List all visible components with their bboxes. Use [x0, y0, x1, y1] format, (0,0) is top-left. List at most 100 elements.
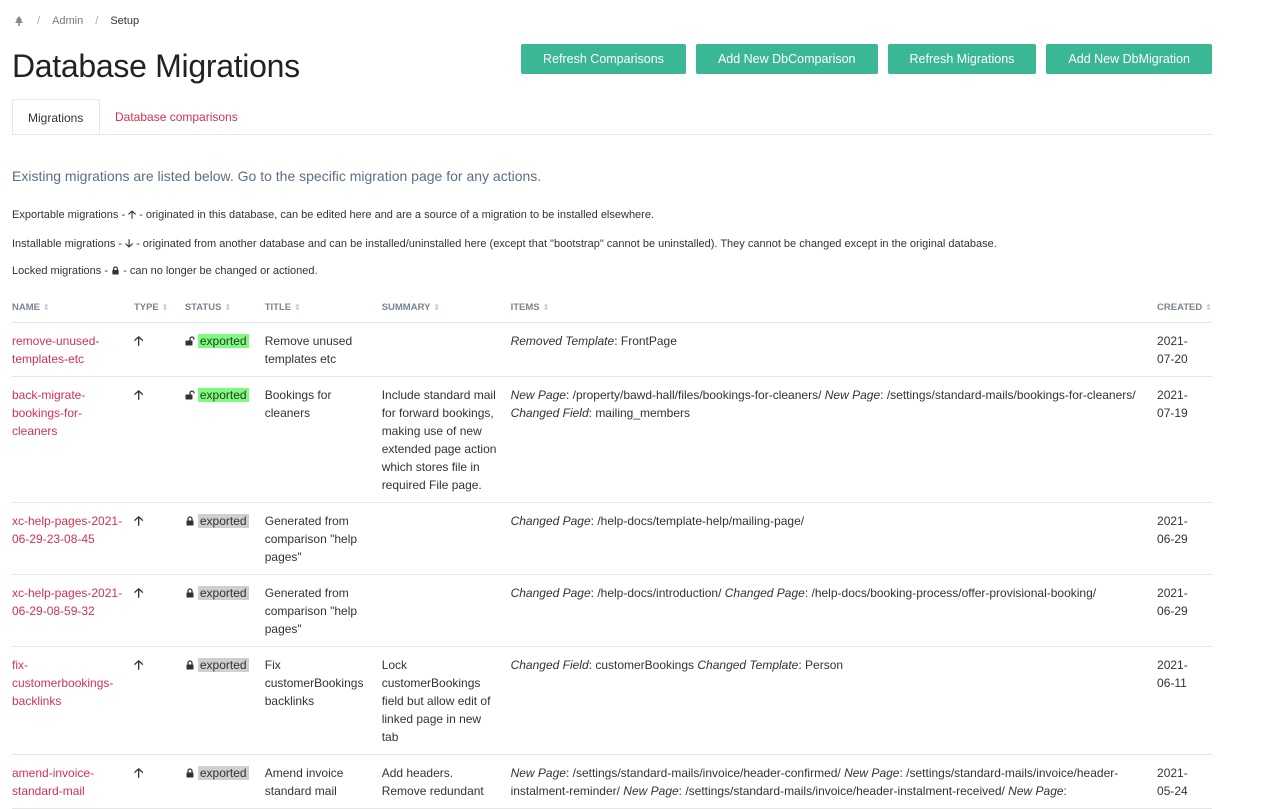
migration-name-link[interactable]: amend-invoice-standard-mail	[12, 766, 94, 798]
migration-items: Removed Template: FrontPage	[510, 322, 1158, 377]
item-value: Person	[805, 658, 844, 672]
refresh-comparisons-button[interactable]: Refresh Comparisons	[521, 44, 686, 74]
breadcrumb-admin[interactable]: Admin	[52, 15, 83, 27]
migration-items: Changed Field: customerBookings Changed …	[510, 646, 1158, 755]
refresh-migrations-button[interactable]: Refresh Migrations	[887, 44, 1037, 74]
installable-note: Installable migrations - 🡣 - originated …	[12, 235, 997, 254]
migration-title: Generated from comparison "help pages"	[264, 502, 382, 575]
column-header-summary[interactable]: SUMMARY ⇕	[381, 294, 511, 323]
table-row[interactable]: fix-customerbookings-backlinks 🡡 exported F…	[12, 646, 1212, 755]
item-label: Changed Page	[724, 586, 805, 600]
status-badge: exported	[197, 766, 249, 780]
table-row[interactable]: xc-help-pages-2021-06-29-23-08-45 🡡 export…	[12, 502, 1212, 575]
breadcrumb: / Admin / Setup	[12, 13, 139, 29]
migration-summary: Lock customerBookings field but allow ed…	[381, 646, 511, 755]
migration-items: New Page: /settings/standard-mails/invoi…	[510, 754, 1158, 809]
sort-icon: ⇕	[294, 303, 301, 312]
exportable-label: Exportable migrations -	[12, 209, 129, 221]
migration-items: New Page: /property/bawd-hall/files/book…	[510, 376, 1158, 503]
item-value: /help-docs/template-help/mailing-page/	[597, 514, 805, 528]
breadcrumb-separator: /	[95, 15, 99, 27]
status-badge: exported	[197, 658, 249, 672]
item-value: /property/bawd-hall/files/bookings-for-c…	[572, 388, 822, 402]
migration-created: 2021-07-20	[1157, 322, 1212, 377]
arrow-up-icon: 🡡	[133, 387, 144, 402]
sort-icon: ⇕	[161, 303, 169, 312]
tab-database-comparisons[interactable]: Database comparisons	[100, 99, 253, 133]
arrow-up-icon: 🡡	[128, 209, 137, 221]
arrow-up-icon: 🡡	[133, 513, 144, 528]
table-row[interactable]: remove-unused-templates-etc 🡡 exported Remo…	[12, 322, 1212, 377]
breadcrumb-setup: Setup	[110, 15, 140, 27]
home-icon[interactable]	[13, 15, 25, 27]
migration-created: 2021-07-19	[1157, 376, 1212, 503]
migration-items: Changed Page: /help-docs/introduction/ C…	[510, 574, 1158, 647]
migration-name-link[interactable]: xc-help-pages-2021-06-29-08-59-32	[12, 586, 122, 618]
column-header-status[interactable]: STATUS ⇕	[184, 294, 265, 323]
table-row[interactable]: back-migrate-bookings-for-cleaners 🡡 expor…	[12, 376, 1212, 503]
exportable-note: Exportable migrations - 🡡 - originated i…	[12, 206, 654, 225]
migration-created: 2021-06-11	[1157, 646, 1212, 755]
action-buttons: Refresh Comparisons Add New DbComparison…	[521, 44, 1212, 74]
item-value: /help-docs/introduction/	[597, 586, 722, 600]
locked-label: Locked migrations -	[12, 265, 112, 277]
column-header-items[interactable]: ITEMS ⇕	[510, 294, 1158, 323]
item-label: New Page	[510, 388, 566, 402]
migration-created: 2021-06-29	[1157, 574, 1212, 647]
intro-lead: Existing migrations are listed below. Go…	[12, 168, 542, 184]
migration-summary	[381, 322, 511, 377]
item-value: customerBookings	[595, 658, 695, 672]
migration-created: 2021-05-24	[1157, 754, 1212, 809]
column-header-name[interactable]: NAME ⇕	[12, 294, 134, 323]
migration-name-link[interactable]: fix-customerbookings-backlinks	[12, 658, 113, 708]
lock-icon	[186, 660, 194, 670]
exportable-text: - originated in this database, can be ed…	[136, 209, 655, 221]
item-value: /settings/standard-mails/bookings-for-cl…	[886, 388, 1136, 402]
item-value: /help-docs/booking-process/offer-provisi…	[811, 586, 1097, 600]
column-header-title[interactable]: TITLE ⇕	[264, 294, 382, 323]
migration-title: Generated from comparison "help pages"	[264, 574, 382, 647]
tab-migrations[interactable]: Migrations	[12, 99, 100, 134]
tab-bar: Migrations Database comparisons	[12, 99, 1212, 135]
unlock-icon	[185, 336, 195, 346]
sort-icon: ⇕	[1205, 303, 1212, 312]
migration-name-link[interactable]: back-migrate-bookings-for-cleaners	[12, 388, 85, 438]
status-badge: exported	[197, 586, 249, 600]
migration-summary: Include standard mail for forward bookin…	[381, 376, 511, 503]
arrow-up-icon: 🡡	[133, 657, 144, 672]
item-label: New Page	[510, 766, 566, 780]
table-row[interactable]: xc-help-pages-2021-06-29-08-59-32 🡡 export…	[12, 574, 1212, 647]
item-label: Changed Field	[510, 658, 589, 672]
arrow-up-icon: 🡡	[133, 333, 144, 348]
migrations-table: NAME ⇕ TYPE ⇕ STATUS ⇕ TITLE ⇕ SUMMARY ⇕ ITEM…	[12, 294, 1212, 809]
sort-icon: ⇕	[542, 303, 550, 312]
installable-label: Installable migrations -	[12, 238, 126, 250]
lock-icon	[186, 588, 194, 598]
add-new-dbcomparison-button[interactable]: Add New DbComparison	[695, 44, 878, 74]
lock-icon	[186, 516, 194, 526]
page-title: Database Migrations	[12, 48, 300, 84]
item-label: Changed Page	[510, 514, 591, 528]
item-value: /settings/standard-mails/invoice/header-…	[572, 766, 841, 780]
table-header-row: NAME ⇕ TYPE ⇕ STATUS ⇕ TITLE ⇕ SUMMARY ⇕ ITEM…	[12, 294, 1212, 323]
lock-icon	[112, 266, 119, 275]
migration-summary: Add headers. Remove redundant	[381, 754, 511, 809]
item-value: FrontPage	[620, 334, 677, 348]
installable-text: - originated from another database and c…	[133, 238, 997, 250]
locked-text: - can no longer be changed or actioned.	[120, 265, 318, 277]
item-value: mailing_members	[595, 406, 691, 420]
column-header-created[interactable]: CREATED ⇕	[1157, 294, 1212, 323]
migration-name-link[interactable]: remove-unused-templates-etc	[12, 334, 99, 366]
add-new-dbmigration-button[interactable]: Add New DbMigration	[1046, 44, 1212, 74]
migration-items: Changed Page: /help-docs/template-help/m…	[510, 502, 1158, 575]
migration-created: 2021-06-29	[1157, 502, 1212, 575]
migration-title: Remove unused templates etc	[264, 322, 382, 377]
migration-name-link[interactable]: xc-help-pages-2021-06-29-23-08-45	[12, 514, 122, 546]
migration-summary	[381, 502, 511, 575]
lock-icon	[186, 768, 194, 778]
item-label: New Page	[824, 388, 881, 402]
status-badge: exported	[197, 388, 249, 402]
column-header-type[interactable]: TYPE ⇕	[133, 294, 185, 323]
table-row[interactable]: amend-invoice-standard-mail 🡡 exported Amen…	[12, 754, 1212, 809]
arrow-up-icon: 🡡	[133, 585, 144, 600]
